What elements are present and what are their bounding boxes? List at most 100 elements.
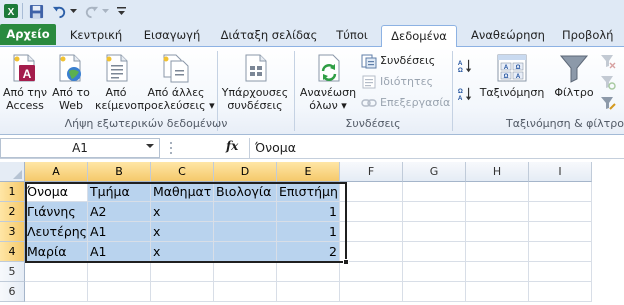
column-header-e[interactable]: E	[277, 162, 340, 182]
cell-d3[interactable]	[214, 222, 277, 242]
sort-button[interactable]: AΩΩA Ταξινόμηση	[478, 51, 546, 99]
from-text-button[interactable]: Από κείμενο	[94, 51, 138, 112]
cell-g4[interactable]	[403, 242, 466, 262]
cell-a4[interactable]: Μαρία	[25, 242, 88, 262]
cell-d4[interactable]	[214, 242, 277, 262]
cell-a3[interactable]: Λευτέρης	[25, 222, 88, 242]
cell-d5[interactable]	[214, 262, 277, 282]
cell-f6[interactable]	[340, 282, 403, 302]
row-header-5[interactable]: 5	[0, 262, 25, 282]
cell-e3[interactable]: 1	[277, 222, 340, 242]
tab-formulas[interactable]: Τύποι	[330, 25, 374, 47]
cell-b4[interactable]: Α1	[88, 242, 151, 262]
properties-button[interactable]: Ιδιότητες	[361, 73, 433, 90]
cell-g5[interactable]	[403, 262, 466, 282]
cell-e6[interactable]	[277, 282, 340, 302]
filter-button[interactable]: Φίλτρο	[551, 51, 597, 99]
clear-filter-button[interactable]	[600, 52, 619, 69]
column-header-c[interactable]: C	[151, 162, 214, 182]
cell-b2[interactable]: Α2	[88, 202, 151, 222]
save-icon[interactable]	[27, 2, 45, 20]
column-header-i[interactable]: I	[529, 162, 592, 182]
tab-view[interactable]: Προβολή	[562, 25, 624, 47]
excel-icon[interactable]: X	[2, 2, 20, 20]
cell-a5[interactable]	[25, 262, 88, 282]
cell-b6[interactable]	[88, 282, 151, 302]
select-all-button[interactable]	[0, 162, 25, 182]
cell-h4[interactable]	[466, 242, 529, 262]
formula-input[interactable]: Όνομα	[249, 138, 624, 158]
cell-g2[interactable]	[403, 202, 466, 222]
cell-i4[interactable]	[529, 242, 592, 262]
cell-g6[interactable]	[403, 282, 466, 302]
cell-h6[interactable]	[466, 282, 529, 302]
fill-handle[interactable]	[343, 259, 349, 265]
tab-review[interactable]: Αναθεώρηση	[464, 25, 552, 47]
column-header-h[interactable]: H	[466, 162, 529, 182]
cell-h2[interactable]	[466, 202, 529, 222]
cell-h1[interactable]	[466, 182, 529, 202]
name-box[interactable]: A1	[0, 138, 160, 158]
tab-data[interactable]: Δεδομένα	[381, 25, 457, 48]
from-web-button[interactable]: Από το Web	[50, 51, 92, 112]
cell-c4[interactable]: x	[151, 242, 214, 262]
refresh-all-button[interactable]: Ανανέωση όλων ▾	[297, 51, 359, 112]
insert-function-button[interactable]: fx	[226, 139, 238, 153]
row-header-3[interactable]: 3	[0, 222, 25, 242]
cell-i2[interactable]	[529, 202, 592, 222]
cell-h3[interactable]	[466, 222, 529, 242]
customize-icon[interactable]	[115, 2, 127, 20]
cell-b3[interactable]: Α1	[88, 222, 151, 242]
tab-page-layout[interactable]: Διάταξη σελίδας	[216, 25, 322, 47]
row-header-6[interactable]: 6	[0, 282, 25, 302]
column-header-g[interactable]: G	[403, 162, 466, 182]
from-other-sources-button[interactable]: Από άλλες προελεύσεις ▾	[137, 51, 215, 112]
name-box-dropdown-icon[interactable]	[146, 144, 154, 148]
worksheet-grid[interactable]: A B C D E F G H I 1 Όνομα Τμήμα Μαθηματ Βιολογία Επιστ…	[0, 162, 624, 305]
cell-b1[interactable]: Τμήμα	[88, 182, 151, 202]
row-header-1[interactable]: 1	[0, 182, 25, 202]
column-header-d[interactable]: D	[214, 162, 277, 182]
cell-h5[interactable]	[466, 262, 529, 282]
edit-links-button[interactable]: Επεξεργασία	[361, 94, 450, 111]
redo-icon[interactable]	[82, 2, 100, 20]
cell-c1[interactable]: Μαθηματ	[151, 182, 214, 202]
cell-g1[interactable]	[403, 182, 466, 202]
row-header-2[interactable]: 2	[0, 202, 25, 222]
cell-c5[interactable]	[151, 262, 214, 282]
cell-i3[interactable]	[529, 222, 592, 242]
cell-c3[interactable]: x	[151, 222, 214, 242]
column-header-a[interactable]: A	[25, 162, 88, 182]
cell-e5[interactable]	[277, 262, 340, 282]
existing-connections-button[interactable]: Υπάρχουσες συνδέσεις	[220, 51, 290, 112]
tab-insert[interactable]: Εισαγωγή	[138, 25, 206, 47]
connections-button[interactable]: Συνδέσεις	[361, 52, 435, 69]
sort-z-to-a-button[interactable]: ΩA	[457, 85, 476, 102]
cell-a2[interactable]: Γιάννης	[25, 202, 88, 222]
cell-e2[interactable]: 1	[277, 202, 340, 222]
from-access-button[interactable]: A Από την Access	[3, 51, 47, 112]
cell-e4[interactable]: 2	[277, 242, 340, 262]
undo-dropdown-icon[interactable]	[68, 2, 78, 20]
tab-home[interactable]: Κεντρική	[64, 25, 128, 47]
cell-f5[interactable]	[340, 262, 403, 282]
column-header-f[interactable]: F	[340, 162, 403, 182]
cell-f1[interactable]	[340, 182, 403, 202]
sort-a-to-z-button[interactable]: AΩ	[457, 57, 476, 74]
cell-d6[interactable]	[214, 282, 277, 302]
cell-e1[interactable]: Επιστήμη	[277, 182, 340, 202]
redo-dropdown-icon[interactable]	[100, 2, 110, 20]
cell-a6[interactable]	[25, 282, 88, 302]
cell-i1[interactable]	[529, 182, 592, 202]
cell-c6[interactable]	[151, 282, 214, 302]
cell-d2[interactable]	[214, 202, 277, 222]
column-header-b[interactable]: B	[88, 162, 151, 182]
cell-i5[interactable]	[529, 262, 592, 282]
cell-d1[interactable]: Βιολογία	[214, 182, 277, 202]
cell-f2[interactable]	[340, 202, 403, 222]
cell-b5[interactable]	[88, 262, 151, 282]
cell-a1[interactable]: Όνομα	[25, 182, 88, 202]
cell-c2[interactable]: x	[151, 202, 214, 222]
cell-i6[interactable]	[529, 282, 592, 302]
reapply-button[interactable]	[600, 73, 619, 90]
